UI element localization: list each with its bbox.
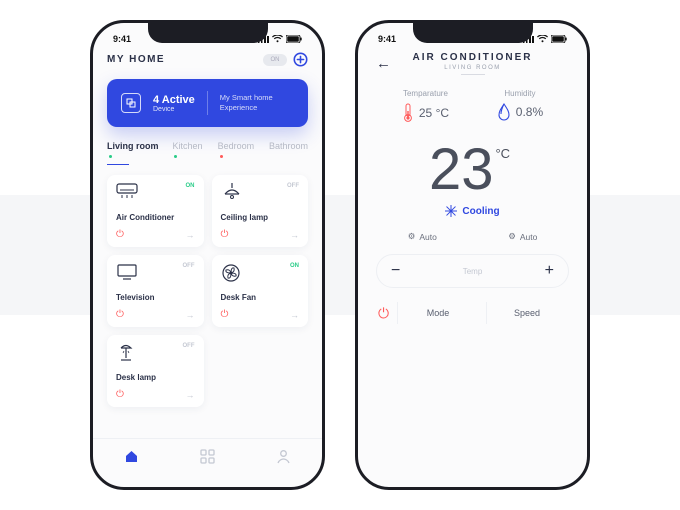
arrow-icon: → xyxy=(290,310,299,320)
clock: 9:41 xyxy=(378,34,396,44)
app-header: MY HOME ON xyxy=(107,52,308,67)
active-banner[interactable]: 4 Active Device My Smart home Experience xyxy=(107,79,308,127)
detail-subtitle: LIVING ROOM xyxy=(413,65,533,71)
device-card-ac[interactable]: ON Air Conditioner ⏻ → xyxy=(107,175,204,247)
phone-home: 9:41 MY HOME ON 4 Ac xyxy=(90,20,325,490)
ceiling-lamp-icon xyxy=(221,183,243,201)
device-label: Desk lamp xyxy=(116,373,195,382)
back-button[interactable]: ← xyxy=(376,55,391,72)
power-icon[interactable]: ⏻ xyxy=(116,389,124,400)
tab-bedroom[interactable]: Bedroom xyxy=(218,141,257,165)
state-badge: OFF xyxy=(287,183,299,189)
fan-icon xyxy=(221,263,241,283)
desk-lamp-icon xyxy=(116,343,136,363)
state-badge: ON xyxy=(290,263,299,269)
device-label: Desk Fan xyxy=(221,293,300,302)
nav-home-icon[interactable] xyxy=(124,449,139,464)
temp-plus-button[interactable]: + xyxy=(545,262,554,280)
wifi-icon xyxy=(537,35,548,43)
auto-mode-2[interactable]: ⚙Auto xyxy=(508,231,537,242)
device-label: Ceiling lamp xyxy=(221,213,300,222)
power-icon[interactable]: ⏻ xyxy=(221,309,229,320)
device-icon xyxy=(121,93,141,113)
battery-icon xyxy=(551,35,567,43)
cooling-status: Cooling xyxy=(372,205,573,217)
ac-icon xyxy=(116,183,138,201)
arrow-icon: → xyxy=(186,390,195,400)
banner-title: 4 Active xyxy=(153,94,195,106)
arrow-icon: → xyxy=(290,230,299,240)
device-label: Television xyxy=(116,293,195,302)
power-button[interactable]: ⏻ xyxy=(378,305,389,322)
snowflake-icon xyxy=(445,205,457,217)
bottom-nav xyxy=(93,438,322,474)
page-title: MY HOME xyxy=(107,54,165,65)
power-icon[interactable]: ⏻ xyxy=(116,309,124,320)
auto-mode-1[interactable]: ⚙Auto xyxy=(408,231,437,242)
device-card-fan[interactable]: ON Desk Fan ⏻ → xyxy=(212,255,309,327)
nav-grid-icon[interactable] xyxy=(200,449,215,464)
notch xyxy=(148,23,268,43)
power-icon[interactable]: ⏻ xyxy=(221,229,229,240)
nav-profile-icon[interactable] xyxy=(276,449,291,464)
notch xyxy=(413,23,533,43)
speed-button[interactable]: Speed xyxy=(486,302,567,324)
banner-sub: Device xyxy=(153,106,195,113)
banner-tagline-1: My Smart home xyxy=(220,93,273,103)
divider xyxy=(207,91,208,115)
temp-label: Temparature xyxy=(402,89,449,98)
droplet-icon xyxy=(497,103,511,121)
power-icon[interactable]: ⏻ xyxy=(116,229,124,240)
temp-value: 25 °C xyxy=(419,106,449,120)
clock: 9:41 xyxy=(113,34,131,44)
device-grid: ON Air Conditioner ⏻ → OFF Ceiling lamp ⏻… xyxy=(107,175,308,438)
device-card-tv[interactable]: OFF Television ⏻ → xyxy=(107,255,204,327)
device-card-desk-lamp[interactable]: OFF Desk lamp ⏻ → xyxy=(107,335,204,407)
state-badge: ON xyxy=(186,183,195,189)
tab-bathroom[interactable]: Bathroom xyxy=(269,141,308,165)
main-temp-display: 23°C xyxy=(368,141,569,199)
wifi-icon xyxy=(272,35,283,43)
tab-living-room[interactable]: Living room xyxy=(107,141,160,165)
temp-control: − Temp + xyxy=(376,254,569,288)
mode-button[interactable]: Mode xyxy=(397,302,478,324)
home-toggle[interactable]: ON xyxy=(263,54,287,66)
room-tabs: Living room Kitchen Bedroom Bathroom xyxy=(107,141,308,165)
device-card-ceiling-lamp[interactable]: OFF Ceiling lamp ⏻ → xyxy=(212,175,309,247)
temp-minus-button[interactable]: − xyxy=(391,262,400,280)
arrow-icon: → xyxy=(186,310,195,320)
state-badge: OFF xyxy=(183,343,195,349)
device-label: Air Conditioner xyxy=(116,213,195,222)
temp-control-label: Temp xyxy=(463,267,483,276)
phone-ac-detail: 9:41 ← AIR CONDITIONER LIVING ROOM Tempa… xyxy=(355,20,590,490)
arrow-icon: → xyxy=(186,230,195,240)
auto-icon: ⚙ xyxy=(508,231,516,242)
humidity-label: Humidity xyxy=(497,89,543,98)
add-button[interactable] xyxy=(293,52,308,67)
battery-icon xyxy=(286,35,302,43)
humidity-value: 0.8% xyxy=(516,105,543,119)
banner-tagline-2: Experience xyxy=(220,103,273,113)
tab-kitchen[interactable]: Kitchen xyxy=(172,141,205,165)
detail-title: AIR CONDITIONER xyxy=(413,52,533,63)
state-badge: OFF xyxy=(183,263,195,269)
tv-icon xyxy=(116,263,138,281)
thermometer-icon xyxy=(402,103,414,123)
auto-icon: ⚙ xyxy=(408,231,416,242)
